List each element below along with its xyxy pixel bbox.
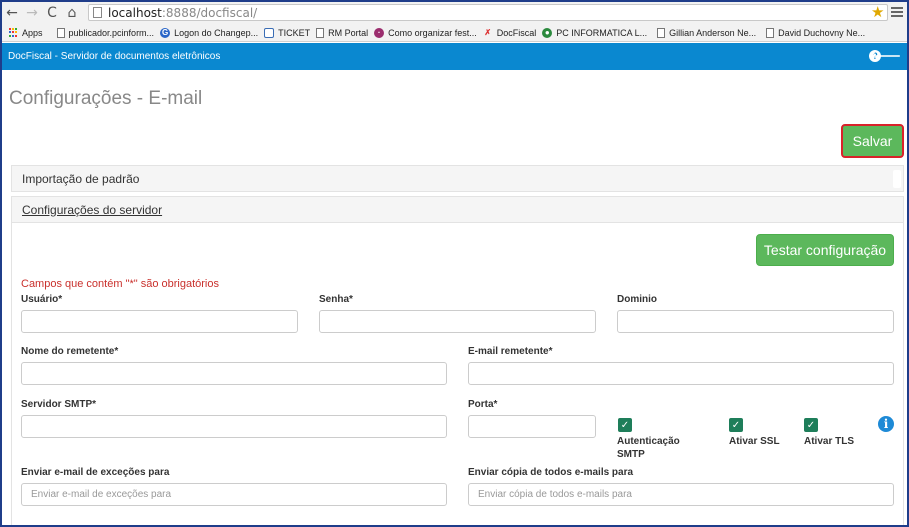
bookmark-gillian[interactable]: Gillian Anderson Ne...	[657, 27, 757, 38]
bookmark-rm-portal[interactable]: RM Portal	[316, 27, 369, 38]
bookmark-label: RM Portal	[328, 27, 369, 38]
copia-label: Enviar cópia de todos e-mails para	[468, 467, 634, 478]
ssl-label: Ativar SSL	[729, 436, 780, 447]
bookmark-label: TICKET	[278, 27, 311, 38]
browser-toolbar: ← → C ⌂ localhost:8888/docfiscal/ ★	[2, 2, 907, 24]
back-arrow-icon[interactable]: ←	[2, 3, 22, 23]
info-icon[interactable]: i	[878, 416, 894, 432]
panel-import-header[interactable]: Importação de padrão	[11, 165, 904, 192]
save-button[interactable]: Salvar	[841, 124, 904, 158]
panel-server-header[interactable]: Configurações do servidor	[11, 196, 904, 223]
email-remetente-label: E-mail remetente*	[468, 346, 553, 357]
servidor-smtp-label: Servidor SMTP*	[21, 399, 97, 410]
bookmark-label: publicador.pcinform...	[68, 27, 155, 38]
bookmark-docfiscal[interactable]: ✗ DocFiscal	[483, 27, 537, 38]
excecoes-input[interactable]: Enviar e-mail de exceções para	[21, 483, 447, 506]
required-fields-note: Campos que contém "*" são obrigatórios	[21, 278, 219, 290]
tls-label: Ativar TLS	[804, 436, 855, 447]
senha-label: Senha*	[319, 294, 353, 305]
usuario-label: Usuário*	[21, 294, 63, 305]
bookmark-apps[interactable]: Apps	[8, 28, 43, 38]
panel-server-label[interactable]: Configurações do servidor	[22, 203, 162, 217]
home-icon[interactable]: ⌂	[62, 3, 82, 23]
address-bar[interactable]: localhost:8888/docfiscal/	[88, 4, 888, 21]
bookmark-label: Logon do Changep...	[174, 27, 259, 38]
porta-label: Porta*	[468, 399, 498, 410]
senha-input[interactable]	[319, 310, 596, 333]
bookmark-label: David Duchovny Ne...	[778, 27, 866, 38]
page-icon	[93, 7, 102, 18]
bookmark-pc-informatica[interactable]: ● PC INFORMATICA L...	[542, 27, 648, 38]
bookmark-label: Apps	[22, 27, 43, 38]
page-title: Configurações - E-mail	[9, 88, 203, 109]
bookmark-label: Gillian Anderson Ne...	[669, 27, 757, 38]
porta-input[interactable]	[468, 415, 596, 438]
calendar-icon	[264, 27, 275, 38]
panel-import-label: Importação de padrão	[22, 171, 140, 186]
servidor-smtp-input[interactable]	[21, 415, 447, 438]
dominio-label: Dominio	[617, 294, 657, 305]
bookmarks-bar: Apps publicador.pcinform... G Logon do C…	[2, 24, 907, 42]
usuario-input[interactable]	[21, 310, 298, 333]
apps-icon	[8, 27, 18, 38]
bookmark-ticket[interactable]: TICKET	[264, 27, 311, 38]
bookmark-david[interactable]: David Duchovny Ne...	[766, 27, 866, 38]
tls-checkbox[interactable]: ✓	[804, 418, 818, 432]
site-icon: ·	[374, 27, 385, 38]
ssl-checkbox[interactable]: ✓	[729, 418, 743, 432]
browser-menu-icon[interactable]	[891, 5, 903, 19]
nome-remetente-label: Nome do remetente*	[21, 346, 119, 357]
document-icon	[766, 27, 775, 38]
document-icon	[657, 27, 666, 38]
bookmark-changepoint[interactable]: G Logon do Changep...	[160, 27, 259, 38]
excecoes-label: Enviar e-mail de exceções para	[21, 467, 170, 478]
bookmark-publicador[interactable]: publicador.pcinform...	[56, 27, 155, 38]
arrow-left-icon[interactable]: 🡐	[869, 48, 901, 63]
app-header: DocFiscal - Servidor de documentos eletr…	[2, 43, 907, 70]
docfiscal-icon: ✗	[484, 28, 492, 37]
document-icon	[56, 27, 65, 38]
app-title: DocFiscal - Servidor de documentos eletr…	[8, 51, 221, 62]
bookmark-label: Como organizar fest...	[388, 27, 477, 38]
document-icon	[316, 27, 325, 38]
auth-smtp-label: Autenticação SMTP	[617, 436, 680, 460]
dominio-input[interactable]	[617, 310, 894, 333]
bookmark-label: DocFiscal	[496, 27, 537, 38]
copia-input[interactable]: Enviar cópia de todos e-mails para	[468, 483, 894, 506]
bookmark-star-icon[interactable]: ★	[871, 3, 884, 21]
bookmark-como-organizar[interactable]: · Como organizar fest...	[374, 27, 477, 38]
panel-edge	[893, 170, 901, 188]
email-remetente-input[interactable]	[468, 362, 894, 385]
test-config-button[interactable]: Testar configuração	[756, 234, 894, 266]
globe-icon: G	[160, 27, 171, 38]
url-path: :8888/docfiscal/	[161, 5, 258, 20]
auth-smtp-checkbox[interactable]: ✓	[618, 418, 632, 432]
chrome-icon: ●	[542, 27, 553, 38]
reload-icon[interactable]: C	[42, 3, 62, 23]
browser-window: ← → C ⌂ localhost:8888/docfiscal/ ★ Apps…	[0, 0, 909, 527]
url-host: localhost	[108, 5, 162, 20]
forward-arrow-icon[interactable]: →	[22, 3, 42, 23]
nome-remetente-input[interactable]	[21, 362, 447, 385]
bookmark-label: PC INFORMATICA L...	[556, 27, 648, 38]
